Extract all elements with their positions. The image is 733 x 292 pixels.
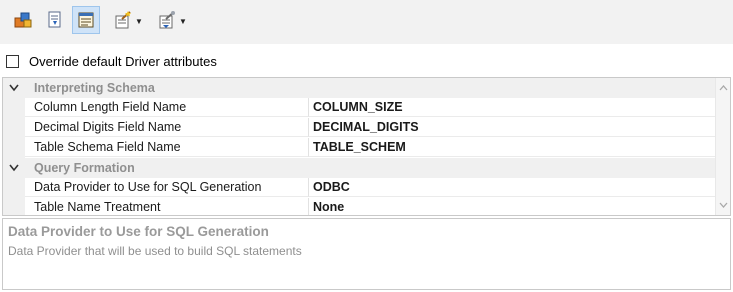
row-margin [3, 98, 25, 118]
row-margin [3, 178, 25, 198]
category-row-interpreting-schema[interactable]: Interpreting Schema [3, 78, 715, 98]
toolbar: ▼ ▼ [0, 0, 733, 44]
property-name: Data Provider to Use for SQL Generation [25, 178, 309, 197]
property-row[interactable]: Table Name Treatment None [3, 198, 715, 215]
property-name: Decimal Digits Field Name [25, 118, 309, 137]
property-value[interactable]: ODBC [309, 178, 715, 197]
property-name: Column Length Field Name [25, 98, 309, 117]
row-margin [3, 198, 25, 215]
row-margin [3, 118, 25, 138]
collapse-toggle-icon[interactable] [3, 78, 25, 98]
properties-button[interactable] [72, 6, 100, 34]
property-grid[interactable]: Interpreting Schema Column Length Field … [2, 77, 731, 216]
description-text: Data Provider that will be used to build… [8, 244, 302, 258]
property-value[interactable]: COLUMN_SIZE [309, 98, 715, 117]
wand-edit-icon [115, 11, 132, 29]
cubes-button[interactable] [10, 6, 36, 34]
wand-import-icon [159, 11, 176, 29]
property-row[interactable]: Table Schema Field Name TABLE_SCHEM [3, 138, 715, 158]
vertical-scrollbar[interactable] [715, 78, 730, 215]
wand-edit-dropdown[interactable]: ▼ [108, 6, 148, 34]
property-row[interactable]: Decimal Digits Field Name DECIMAL_DIGITS [3, 118, 715, 138]
chevron-down-icon: ▼ [135, 16, 143, 26]
override-label: Override default Driver attributes [29, 53, 217, 69]
category-title: Query Formation [34, 161, 135, 175]
property-row[interactable]: Column Length Field Name COLUMN_SIZE [3, 98, 715, 118]
property-value[interactable]: None [309, 198, 715, 215]
property-name: Table Schema Field Name [25, 138, 309, 157]
property-value[interactable]: TABLE_SCHEM [309, 138, 715, 157]
override-defaults-option[interactable]: Override default Driver attributes [6, 52, 217, 70]
cubes-icon [14, 12, 32, 28]
category-row-query-formation[interactable]: Query Formation [3, 158, 715, 178]
wand-import-dropdown[interactable]: ▼ [152, 6, 192, 34]
description-title: Data Provider to Use for SQL Generation [8, 224, 269, 239]
download-doc-icon [48, 11, 61, 28]
chevron-down-icon: ▼ [179, 16, 187, 26]
property-name: Table Name Treatment [25, 198, 309, 215]
download-doc-button[interactable] [42, 6, 68, 34]
scroll-up-icon[interactable] [716, 80, 730, 96]
description-panel: Data Provider to Use for SQL Generation … [2, 218, 731, 290]
property-row-selected[interactable]: Data Provider to Use for SQL Generation … [3, 178, 715, 198]
scroll-down-icon[interactable] [716, 197, 730, 213]
override-checkbox[interactable] [6, 54, 19, 68]
property-value[interactable]: DECIMAL_DIGITS [309, 118, 715, 137]
properties-icon [78, 12, 94, 28]
row-margin [3, 138, 25, 158]
collapse-toggle-icon[interactable] [3, 158, 25, 178]
category-title: Interpreting Schema [34, 81, 155, 95]
